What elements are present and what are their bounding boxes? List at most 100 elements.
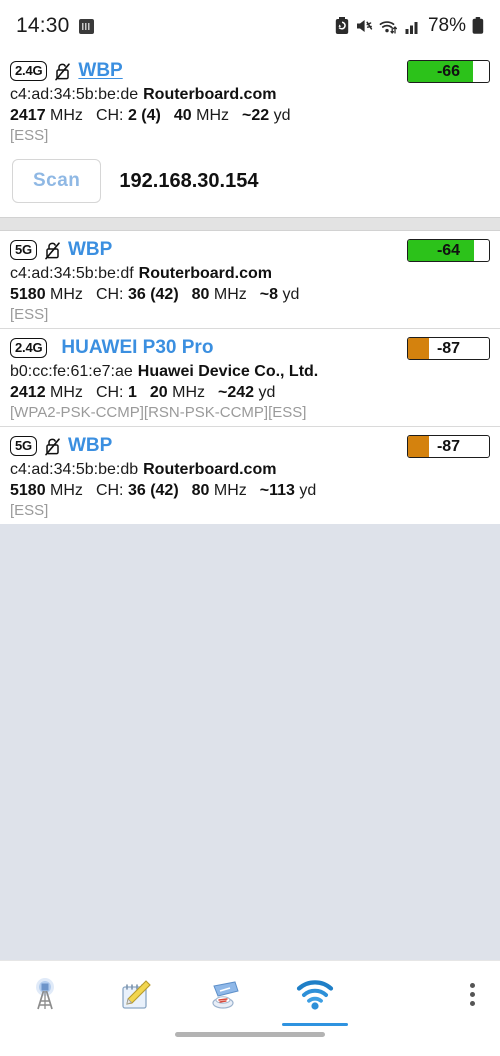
network-radio-info-2: 2412 MHz CH: 1 20 MHz ~242 yd (10, 384, 490, 402)
scan-button[interactable]: Scan (12, 159, 102, 203)
network-width-unit: MHz (196, 107, 229, 124)
bottom-navigation-bar (0, 960, 500, 1028)
network-channel: 36 (42) (127, 482, 179, 499)
network-identity-3: c4:ad:34:5b:be:db Routerboard.com (10, 461, 490, 479)
network-frequency-unit: MHz (50, 107, 83, 124)
status-bar-clock: 14:30 (16, 14, 70, 37)
network-distance: ~113 (259, 482, 295, 499)
network-vendor: Routerboard.com (143, 461, 277, 478)
channel-label: CH: (95, 482, 124, 499)
network-distance-unit: yd (299, 482, 317, 499)
network-identity-2: b0:cc:fe:61:e7:ae Huawei Device Co., Ltd. (10, 363, 490, 381)
network-width: 20 (149, 384, 168, 401)
network-distance: ~22 (242, 107, 270, 124)
network-row-1[interactable]: 5G WBP c4:ad:34:5b:be:df Routerboard.com … (0, 231, 500, 328)
network-identity-1: c4:ad:34:5b:be:df Routerboard.com (10, 265, 490, 283)
radar-dish-icon (212, 980, 239, 1009)
network-capabilities: [ESS] (10, 306, 49, 323)
nav-item-antenna[interactable] (0, 961, 90, 1029)
status-badge: -64 (407, 239, 490, 262)
channel-label: CH: (95, 107, 124, 124)
unlocked-slash-icon (45, 437, 60, 455)
network-vendor: Routerboard.com (143, 86, 277, 103)
network-row-0[interactable]: 2.4G WBP c4:ad:34:5b:be:de Routerboard.co… (0, 52, 500, 149)
app-root: 14:30 78% 2.4G WBP c4:ad:34:5b:be:de Rou… (0, 0, 500, 1056)
cellular-signal-icon (405, 21, 418, 34)
signal-level-label: -87 (436, 339, 461, 357)
network-width-unit: MHz (213, 482, 247, 499)
network-channel: 2 (4) (127, 107, 161, 124)
network-frequency-unit: MHz (50, 482, 83, 499)
connected-network-section: 2.4G WBP c4:ad:34:5b:be:de Routerboard.co… (0, 52, 500, 149)
network-width-unit: MHz (213, 286, 247, 303)
empty-list-area (0, 524, 500, 960)
channel-label: CH: (95, 384, 124, 401)
unlocked-slash-icon (55, 62, 71, 80)
network-distance-unit: yd (282, 286, 300, 303)
system-gesture-area (0, 1028, 500, 1056)
network-list: 5G WBP c4:ad:34:5b:be:df Routerboard.com … (0, 231, 500, 524)
signal-level-label: -64 (436, 241, 461, 259)
status-badge: -87 (407, 435, 490, 458)
status-bar-left: 14:30 (16, 14, 94, 38)
scan-toolbar: Scan 192.168.30.154 (0, 149, 500, 217)
status-bar: 14:30 78% (0, 0, 500, 52)
battery-percent-label: 78% (427, 15, 466, 36)
network-frequency: 5180 (10, 286, 46, 303)
network-row-2[interactable]: 2.4G HUAWEI P30 Pro b0:cc:fe:61:e7:ae Hua… (0, 328, 500, 426)
status-badge: -66 (407, 60, 490, 83)
network-frequency: 5180 (10, 482, 46, 499)
network-vendor: Huawei Device Co., Ltd. (137, 363, 319, 380)
network-bssid: c4:ad:34:5b:be:db (10, 461, 139, 478)
three-dots-menu-icon[interactable] (444, 961, 500, 1029)
channel-label: CH: (95, 286, 124, 303)
network-width: 80 (191, 286, 210, 303)
unlocked-slash-icon (45, 241, 60, 259)
mute-bell-icon (356, 20, 373, 32)
network-ssid[interactable]: WBP (78, 60, 122, 82)
network-bssid: c4:ad:34:5b:be:df (10, 265, 134, 282)
network-distance: ~242 (218, 384, 255, 401)
network-bssid: c4:ad:34:5b:be:de (10, 86, 139, 103)
network-frequency: 2412 (10, 384, 46, 401)
menu-dot (469, 992, 475, 997)
network-ssid[interactable]: WBP (68, 239, 112, 261)
nav-item-wifi[interactable] (270, 961, 360, 1029)
network-ssid[interactable]: HUAWEI P30 Pro (61, 337, 213, 359)
status-badge: -87 (407, 337, 490, 360)
nav-item-notepad[interactable] (90, 961, 180, 1029)
network-identity-0: c4:ad:34:5b:be:de Routerboard.com (10, 86, 490, 104)
network-width: 40 (173, 107, 192, 124)
band-chip: 5G (10, 239, 37, 261)
section-divider (0, 217, 500, 231)
network-frequency-unit: MHz (50, 384, 83, 401)
notepad-pencil-icon (122, 979, 151, 1009)
network-vendor: Routerboard.com (138, 265, 272, 282)
wifi-transfer-icon (379, 20, 398, 34)
network-frequency: 2417 (10, 107, 46, 124)
app-notification-icon (78, 18, 94, 34)
network-width: 80 (191, 482, 210, 499)
nav-item-radar[interactable] (180, 961, 270, 1029)
network-radio-info-0: 2417 MHz CH: 2 (4) 40 MHz ~22 yd (10, 107, 490, 125)
signal-level-label: -87 (436, 437, 461, 455)
network-distance: ~8 (259, 286, 279, 303)
ip-address-label: 192.168.30.154 (119, 169, 259, 192)
network-channel: 1 (127, 384, 137, 401)
network-ssid[interactable]: WBP (68, 435, 112, 457)
home-gesture-bar[interactable] (175, 1032, 325, 1037)
wifi-icon (296, 979, 334, 1010)
band-chip: 5G (10, 435, 37, 457)
menu-dot (469, 1001, 475, 1006)
network-width-unit: MHz (172, 384, 205, 401)
network-distance-unit: yd (258, 384, 276, 401)
battery-icon (472, 17, 484, 34)
band-chip: 2.4G (10, 337, 48, 359)
signal-level-label: -66 (436, 62, 461, 80)
antenna-tower-icon (36, 977, 54, 1009)
network-row-3[interactable]: 5G WBP c4:ad:34:5b:be:db Routerboard.com … (0, 426, 500, 524)
status-bar-right: 78% (335, 15, 484, 37)
network-bssid: b0:cc:fe:61:e7:ae (10, 363, 133, 380)
network-radio-info-3: 5180 MHz CH: 36 (42) 80 MHz ~113 yd (10, 482, 490, 500)
network-distance-unit: yd (273, 107, 291, 124)
